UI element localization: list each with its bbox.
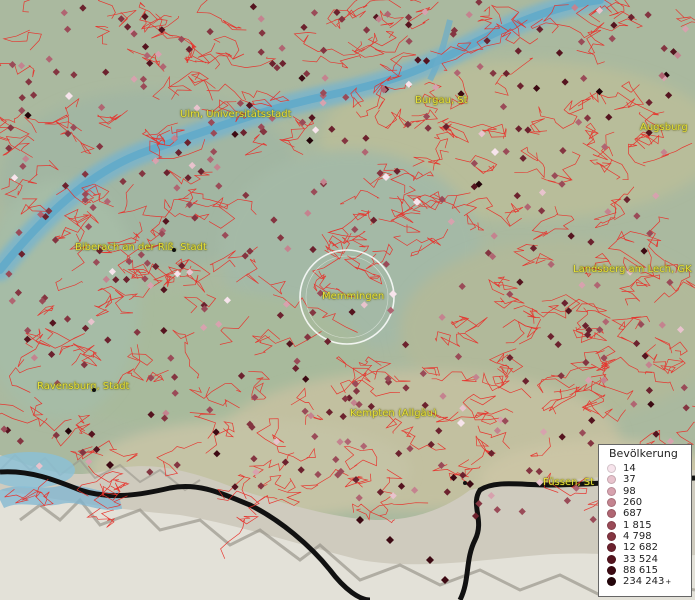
legend-item: 88 615 [603, 565, 687, 576]
legend-label: 88 615 [623, 564, 658, 576]
legend-label: 4 798 [623, 530, 652, 542]
legend: Bevölkerung 14 37 98 260 687 1 815 4 798 12 682… [598, 444, 692, 597]
city-marker-ravensburg [92, 388, 96, 392]
legend-label: 98 [623, 485, 636, 497]
city-label-memmingen[interactable]: Memmingen [322, 291, 384, 302]
legend-label: 14 [623, 463, 636, 475]
legend-item: 234 243 + [603, 576, 687, 587]
legend-item: 4 798 [603, 531, 687, 542]
legend-item: 260 [603, 497, 687, 508]
legend-item: 98 [603, 486, 687, 497]
legend-label: 234 243 [623, 576, 665, 588]
city-label-landsberg[interactable]: Landsberg am Lech, GK [573, 264, 692, 275]
legend-swatch [607, 531, 616, 541]
legend-swatch [607, 464, 616, 474]
city-label-burgau[interactable]: Burgau, St [415, 95, 468, 106]
legend-swatch [607, 554, 616, 564]
city-label-fuessen[interactable]: Füssen, St [543, 477, 594, 488]
legend-item: 33 524 [603, 553, 687, 565]
legend-label: 1 815 [623, 519, 652, 531]
population-map[interactable]: Ulm, Universitätsstadt Burgau, St Augsbu… [0, 0, 695, 600]
city-label-kempten[interactable]: Kempten (Allgäu) [350, 408, 437, 419]
legend-label: 687 [623, 508, 643, 520]
legend-title: Bevölkerung [609, 447, 678, 460]
city-marker-fuessen [463, 481, 467, 485]
legend-label: 33 524 [623, 553, 658, 565]
legend-swatch [607, 475, 616, 485]
city-label-biberach[interactable]: Biberach an der Riß, Stadt [75, 242, 207, 253]
legend-item: 12 682 [603, 542, 687, 553]
legend-item: 1 815 [603, 519, 687, 531]
legend-overflow-mark: + [665, 577, 672, 586]
legend-swatch [607, 498, 616, 508]
legend-item: 687 [603, 508, 687, 519]
legend-label: 260 [623, 497, 643, 509]
legend-label: 12 682 [623, 542, 658, 554]
legend-swatch [607, 520, 616, 530]
city-marker-biberach [172, 248, 176, 252]
legend-label: 37 [623, 474, 636, 486]
legend-swatch [607, 543, 616, 553]
legend-swatch [607, 486, 616, 496]
legend-swatch [607, 577, 616, 587]
legend-swatch [607, 565, 616, 575]
legend-items: 14 37 98 260 687 1 815 4 798 12 682 33 524 88 615… [603, 463, 687, 587]
city-label-ravensburg[interactable]: Ravensburg, Stadt [37, 381, 129, 392]
city-label-augsburg[interactable]: Augsburg [640, 122, 688, 133]
city-label-ulm[interactable]: Ulm, Universitätsstadt [180, 109, 292, 120]
legend-swatch [607, 509, 616, 519]
legend-item: 37 [603, 474, 687, 485]
legend-item: 14 [603, 463, 687, 474]
